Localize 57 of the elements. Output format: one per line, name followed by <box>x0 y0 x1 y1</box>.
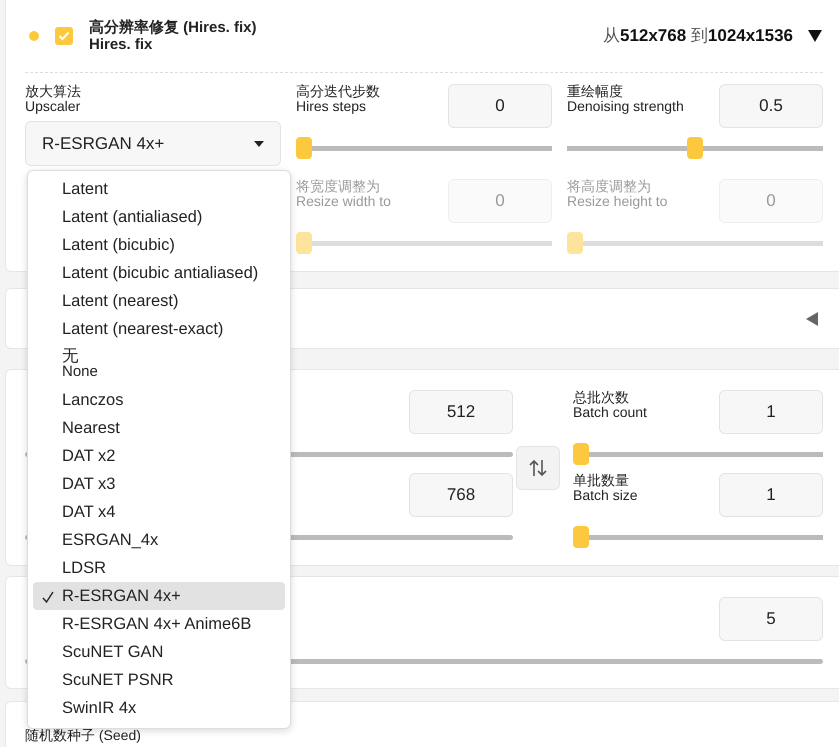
menu-option[interactable]: ESRGAN_4x <box>33 526 285 554</box>
field-label: 将宽度调整为 <box>296 179 381 194</box>
swap-button[interactable] <box>516 446 560 490</box>
upscaler-dropdown[interactable]: R-ESRGAN 4x+ <box>25 121 281 166</box>
number-field[interactable]: 1 <box>719 390 823 434</box>
swap-icon <box>528 458 548 478</box>
check-icon <box>41 590 55 604</box>
menu-option[interactable]: Latent (bicubic) <box>33 231 285 259</box>
caret-icon <box>807 29 823 43</box>
number-field[interactable]: 0 <box>448 84 552 128</box>
resolution-summary: 从512x768 到1024x1536 <box>602 25 793 48</box>
menu-option[interactable]: R-ESRGAN 4x+ Anime6B <box>33 610 285 638</box>
number-field[interactable]: 512 <box>409 390 513 434</box>
menu-option[interactable]: 无 None <box>33 343 285 386</box>
check-icon <box>58 31 70 41</box>
menu-option[interactable]: DAT x2 <box>33 442 285 470</box>
checkbox[interactable] <box>55 27 73 45</box>
slider-thumb[interactable] <box>687 137 703 159</box>
slider-thumb[interactable] <box>296 137 312 159</box>
menu-option[interactable]: Latent <box>33 175 285 203</box>
field-label: 总批次数 <box>573 390 630 405</box>
menu-option[interactable]: R-ESRGAN 4x+ <box>33 582 285 610</box>
field-label: Denoising strength <box>567 99 684 114</box>
field-label: Resize height to <box>567 194 668 209</box>
field-label: 单批数量 <box>573 473 630 488</box>
menu-option[interactable]: Latent (antialiased) <box>33 203 285 231</box>
field-label: Hires steps <box>296 99 368 114</box>
number-field[interactable]: 768 <box>409 473 513 517</box>
section-title: 高分辨率修复 (Hires. fix) <box>89 19 257 36</box>
field-label: 重绘幅度 <box>567 84 624 99</box>
menu-option[interactable]: Latent (nearest-exact) <box>33 315 285 343</box>
caret-icon <box>254 140 264 146</box>
menu-option[interactable]: Lanczos <box>33 386 285 414</box>
number-field[interactable]: 5 <box>719 597 823 641</box>
menu-option[interactable]: SwinIR 4x <box>33 694 285 722</box>
menu-option[interactable]: LDSR <box>33 554 285 582</box>
menu-option[interactable]: ScuNET GAN <box>33 638 285 666</box>
field-label: 放大算法 <box>25 84 82 99</box>
field-label: 高分迭代步数 <box>296 84 380 99</box>
status-dot-icon <box>29 31 39 41</box>
field-label: 将高度调整为 <box>567 179 652 194</box>
section-title: Hires. fix <box>89 36 154 53</box>
field-label: 随机数种子 (Seed) <box>25 728 142 743</box>
field-label: Upscaler <box>25 99 82 114</box>
number-field[interactable]: 1 <box>719 473 823 517</box>
field-label: Batch count <box>573 405 647 420</box>
menu-option[interactable]: DAT x4 <box>33 498 285 526</box>
menu-option[interactable]: Nearest <box>33 414 285 442</box>
slider-thumb[interactable] <box>573 443 589 465</box>
field-label: Batch size <box>573 488 638 503</box>
number-field[interactable]: 0.5 <box>719 84 823 128</box>
menu-option[interactable]: Latent (bicubic antialiased) <box>33 259 285 287</box>
menu-option[interactable]: DAT x3 <box>33 470 285 498</box>
menu-option[interactable]: ScuNET PSNR <box>33 666 285 694</box>
field-label: Resize width to <box>296 194 391 209</box>
slider-thumb[interactable] <box>573 526 589 548</box>
menu-option[interactable]: Latent (nearest) <box>33 287 285 315</box>
